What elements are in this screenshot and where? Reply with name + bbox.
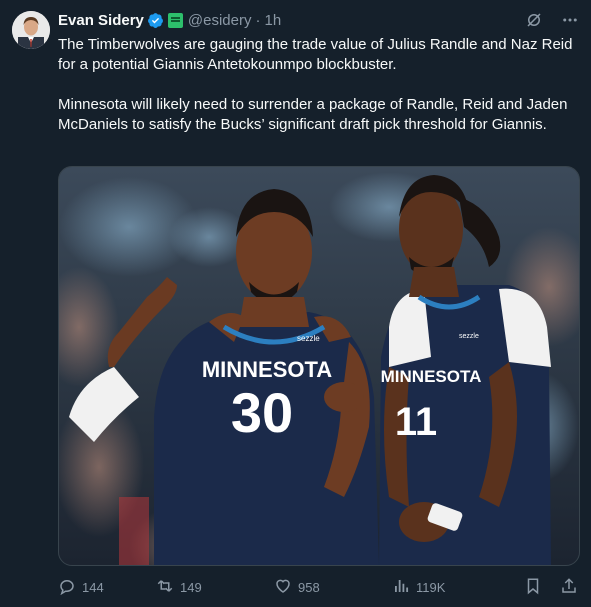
- reply-count: 144: [82, 579, 104, 595]
- tweet-text: The Timberwolves are gauging the trade v…: [58, 35, 578, 135]
- jersey-right-sponsor: sezzle: [459, 333, 479, 340]
- heart-icon: [274, 577, 292, 598]
- bookmark-icon: [524, 577, 542, 598]
- more-options-icon[interactable]: [561, 11, 579, 29]
- share-button[interactable]: [560, 577, 578, 598]
- views-button[interactable]: 119K: [392, 577, 512, 598]
- affiliation-badge-icon[interactable]: [167, 12, 183, 28]
- analytics-icon: [392, 577, 410, 598]
- jersey-left-sponsor: sezzle: [297, 334, 320, 343]
- separator-dot: ·: [255, 11, 261, 29]
- author-handle[interactable]: @esidery: [188, 12, 252, 29]
- retweet-button[interactable]: 149: [156, 577, 274, 598]
- tweet-photo[interactable]: MINNESOTA 30 sezzle MINNESOTA 11 sezzle: [58, 166, 580, 566]
- grok-icon[interactable]: [525, 11, 543, 29]
- verified-badge-icon: [147, 12, 164, 29]
- like-count: 958: [298, 579, 320, 595]
- retweet-icon: [156, 577, 174, 598]
- tweet-header: Evan Sidery @esidery · 1h: [58, 9, 579, 31]
- tweet-card[interactable]: Evan Sidery @esidery · 1h The Timberwolv…: [0, 0, 591, 607]
- tweet-actions: 144 149 958 119K: [58, 575, 578, 599]
- post-time[interactable]: 1h: [264, 12, 281, 29]
- author-name[interactable]: Evan Sidery: [58, 12, 144, 29]
- tweet-paragraph-2: Minnesota will likely need to surrender …: [58, 96, 572, 133]
- share-icon: [560, 577, 578, 598]
- like-button[interactable]: 958: [274, 577, 392, 598]
- avatar[interactable]: [12, 11, 50, 49]
- tweet-paragraph-1: The Timberwolves are gauging the trade v…: [58, 36, 577, 73]
- jersey-right-team: MINNESOTA: [381, 367, 482, 386]
- reply-button[interactable]: 144: [58, 577, 156, 598]
- jersey-left-number: 30: [231, 381, 293, 444]
- view-count: 119K: [416, 579, 446, 595]
- reply-icon: [58, 577, 76, 598]
- retweet-count: 149: [180, 579, 202, 595]
- bookmark-button[interactable]: [524, 577, 542, 598]
- jersey-right-number: 11: [395, 400, 437, 444]
- jersey-left-team: MINNESOTA: [202, 357, 332, 382]
